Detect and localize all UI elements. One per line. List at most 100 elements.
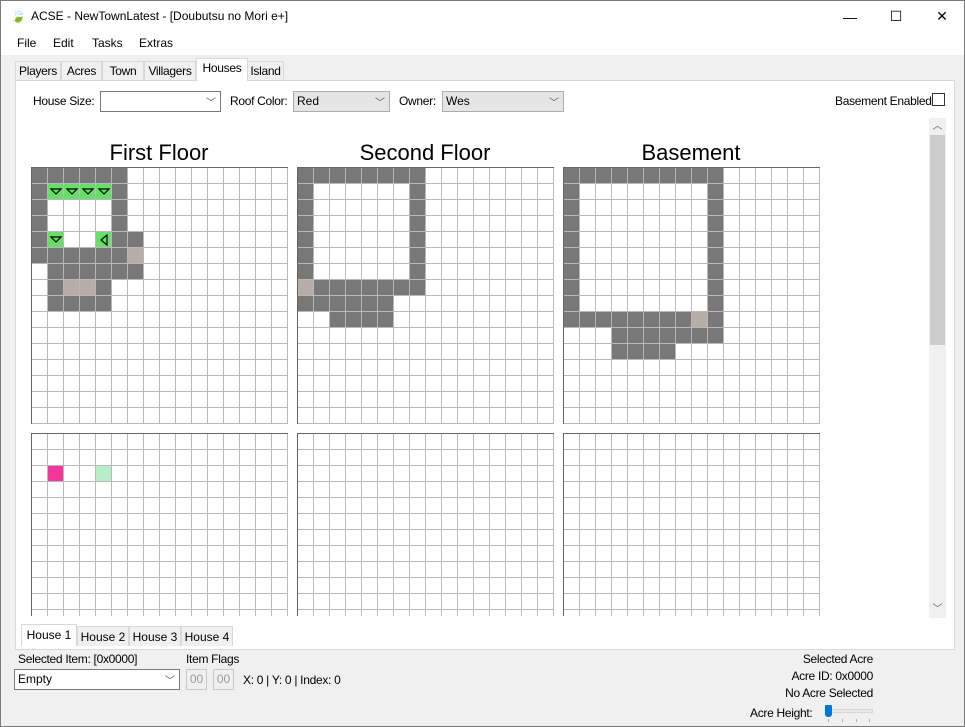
floor-tile[interactable] xyxy=(192,184,208,200)
floor-tile[interactable] xyxy=(474,392,490,408)
floor-tile[interactable] xyxy=(346,562,362,578)
floor-tile[interactable] xyxy=(458,264,474,280)
floor-tile[interactable] xyxy=(144,514,160,530)
wall-tile[interactable] xyxy=(660,328,676,344)
floor-tile[interactable] xyxy=(474,328,490,344)
floor-tile[interactable] xyxy=(442,344,458,360)
floor-tile[interactable] xyxy=(410,562,426,578)
floor-tile[interactable] xyxy=(32,594,48,610)
floor-tile[interactable] xyxy=(506,360,522,376)
floor-tile[interactable] xyxy=(426,408,442,424)
wall-tile[interactable] xyxy=(112,168,128,184)
wall-tile[interactable] xyxy=(410,168,426,184)
floor-tile[interactable] xyxy=(564,360,580,376)
floor-tile[interactable] xyxy=(474,610,490,616)
floor-tile[interactable] xyxy=(80,216,96,232)
furniture-tile[interactable] xyxy=(48,184,64,200)
floor-tile[interactable] xyxy=(176,408,192,424)
wall-tile[interactable] xyxy=(676,328,692,344)
floor-tile[interactable] xyxy=(708,514,724,530)
floor-tile[interactable] xyxy=(644,546,660,562)
scroll-up-icon[interactable]: ︿ xyxy=(929,118,946,135)
floor-tile[interactable] xyxy=(128,344,144,360)
floor-tile[interactable] xyxy=(804,482,820,498)
floor-tile[interactable] xyxy=(596,610,612,616)
floor-tile[interactable] xyxy=(64,450,80,466)
floor-tile[interactable] xyxy=(612,264,628,280)
floor-tile[interactable] xyxy=(772,610,788,616)
floor-tile[interactable] xyxy=(144,312,160,328)
floor-tile[interactable] xyxy=(362,328,378,344)
floor-tile[interactable] xyxy=(346,578,362,594)
floor-tile[interactable] xyxy=(612,498,628,514)
floor-tile[interactable] xyxy=(128,562,144,578)
floor-tile[interactable] xyxy=(474,450,490,466)
floor-tile[interactable] xyxy=(676,498,692,514)
floor-tile[interactable] xyxy=(692,200,708,216)
floor-tile[interactable] xyxy=(144,450,160,466)
floor-tile[interactable] xyxy=(208,562,224,578)
floor-tile[interactable] xyxy=(724,360,740,376)
wall-tile[interactable] xyxy=(564,232,580,248)
floor-tile[interactable] xyxy=(628,578,644,594)
floor-tile[interactable] xyxy=(772,344,788,360)
floor-tile[interactable] xyxy=(522,482,538,498)
floor-tile[interactable] xyxy=(192,392,208,408)
floor-tile[interactable] xyxy=(256,296,272,312)
floor-tile[interactable] xyxy=(612,360,628,376)
floor-tile[interactable] xyxy=(740,168,756,184)
floor-tile[interactable] xyxy=(224,296,240,312)
floor-tile[interactable] xyxy=(644,514,660,530)
floor-tile[interactable] xyxy=(346,482,362,498)
floor-tile[interactable] xyxy=(628,594,644,610)
floor-tile[interactable] xyxy=(240,594,256,610)
floor-tile[interactable] xyxy=(538,466,554,482)
floor-tile[interactable] xyxy=(128,392,144,408)
floor-tile[interactable] xyxy=(256,360,272,376)
floor-tile[interactable] xyxy=(48,594,64,610)
floor-tile[interactable] xyxy=(240,392,256,408)
floor-tile[interactable] xyxy=(660,482,676,498)
floor-tile[interactable] xyxy=(804,360,820,376)
floor-tile[interactable] xyxy=(474,200,490,216)
floor-tile[interactable] xyxy=(410,450,426,466)
floor-tile[interactable] xyxy=(580,360,596,376)
floor-tile[interactable] xyxy=(442,168,458,184)
floor-tile[interactable] xyxy=(112,578,128,594)
wall-tile[interactable] xyxy=(330,312,346,328)
floor-tile[interactable] xyxy=(596,248,612,264)
floor-tile[interactable] xyxy=(442,296,458,312)
floor-tile[interactable] xyxy=(660,200,676,216)
floor-tile[interactable] xyxy=(298,434,314,450)
floor-tile[interactable] xyxy=(112,610,128,616)
floor-tile[interactable] xyxy=(426,434,442,450)
floor-tile[interactable] xyxy=(144,466,160,482)
floor-tile[interactable] xyxy=(724,200,740,216)
basement-items-grid[interactable] xyxy=(563,433,820,616)
vertical-scrollbar[interactable]: ︿ ﹀ xyxy=(929,118,946,618)
floor-tile[interactable] xyxy=(362,482,378,498)
floor-tile[interactable] xyxy=(160,482,176,498)
floor-tile[interactable] xyxy=(474,514,490,530)
floor-tile[interactable] xyxy=(804,216,820,232)
floor-tile[interactable] xyxy=(378,264,394,280)
floor-tile[interactable] xyxy=(772,328,788,344)
wall-tile[interactable] xyxy=(128,232,144,248)
floor-tile[interactable] xyxy=(240,280,256,296)
floor-tile[interactable] xyxy=(208,264,224,280)
floor-tile[interactable] xyxy=(394,248,410,264)
floor-tile[interactable] xyxy=(224,514,240,530)
floor-tile[interactable] xyxy=(272,392,288,408)
floor-tile[interactable] xyxy=(330,344,346,360)
floor-tile[interactable] xyxy=(772,232,788,248)
floor-tile[interactable] xyxy=(490,264,506,280)
floor-tile[interactable] xyxy=(240,360,256,376)
floor-tile[interactable] xyxy=(740,264,756,280)
floor-tile[interactable] xyxy=(96,392,112,408)
floor-tile[interactable] xyxy=(506,482,522,498)
floor-tile[interactable] xyxy=(410,466,426,482)
floor-tile[interactable] xyxy=(378,562,394,578)
floor-tile[interactable] xyxy=(474,312,490,328)
wall-tile[interactable] xyxy=(708,216,724,232)
floor-tile[interactable] xyxy=(506,200,522,216)
